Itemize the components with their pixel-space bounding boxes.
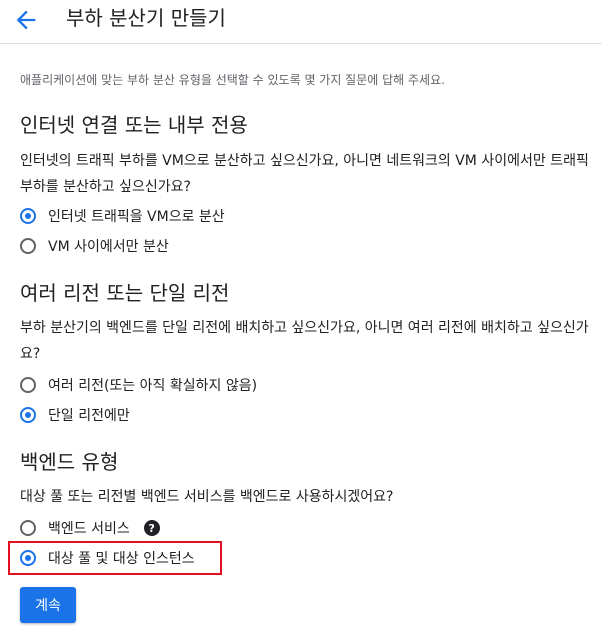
option-multi-region[interactable]: 여러 리전(또는 아직 확실하지 않음) — [20, 373, 257, 397]
continue-button[interactable]: 계속 — [20, 587, 76, 623]
header-bar: 부하 분산기 만들기 — [0, 0, 602, 44]
intro-text: 애플리케이션에 맞는 부하 분산 유형을 선택할 수 있도록 몇 가지 질문에 … — [20, 73, 445, 87]
section-title-internet: 인터넷 연결 또는 내부 전용 — [20, 113, 248, 137]
option-internet-to-vm[interactable]: 인터넷 트래픽을 VM으로 분산 — [20, 204, 225, 228]
question-internet: 인터넷의 트래픽 부하를 VM으로 분산하고 싶으신가요, 아니면 네트워크의 … — [20, 153, 589, 195]
section-title-region: 여러 리전 또는 단일 리전 — [20, 281, 230, 305]
back-arrow-icon[interactable] — [12, 6, 40, 34]
help-icon[interactable]: ? — [143, 520, 160, 536]
radio-button[interactable] — [20, 238, 36, 254]
radio-button[interactable] — [20, 208, 36, 224]
option-label: 여러 리전(또는 아직 확실하지 않음) — [48, 378, 258, 394]
option-label: 인터넷 트래픽을 VM으로 분산 — [48, 209, 225, 225]
option-backend-service[interactable]: 백엔드 서비스 ? — [20, 516, 160, 540]
option-label: 단일 리전에만 — [48, 408, 130, 424]
page-title: 부하 분산기 만들기 — [66, 6, 226, 30]
radio-button[interactable] — [20, 377, 36, 393]
section-title-backend: 백엔드 유형 — [20, 450, 119, 474]
highlight-box — [8, 541, 222, 575]
option-label: VM 사이에서만 분산 — [48, 239, 169, 255]
option-single-region[interactable]: 단일 리전에만 — [20, 403, 130, 427]
radio-button[interactable] — [20, 407, 36, 423]
radio-button[interactable] — [20, 520, 36, 536]
option-label: 백엔드 서비스 — [48, 521, 130, 537]
question-backend: 대상 풀 또는 리전별 백엔드 서비스를 백엔드로 사용하시겠어요? — [20, 489, 394, 505]
question-region: 부하 분산기의 백엔드를 단일 리전에 배치하고 싶으신가요, 아니면 여러 리… — [20, 320, 589, 362]
option-between-vms[interactable]: VM 사이에서만 분산 — [20, 234, 169, 258]
